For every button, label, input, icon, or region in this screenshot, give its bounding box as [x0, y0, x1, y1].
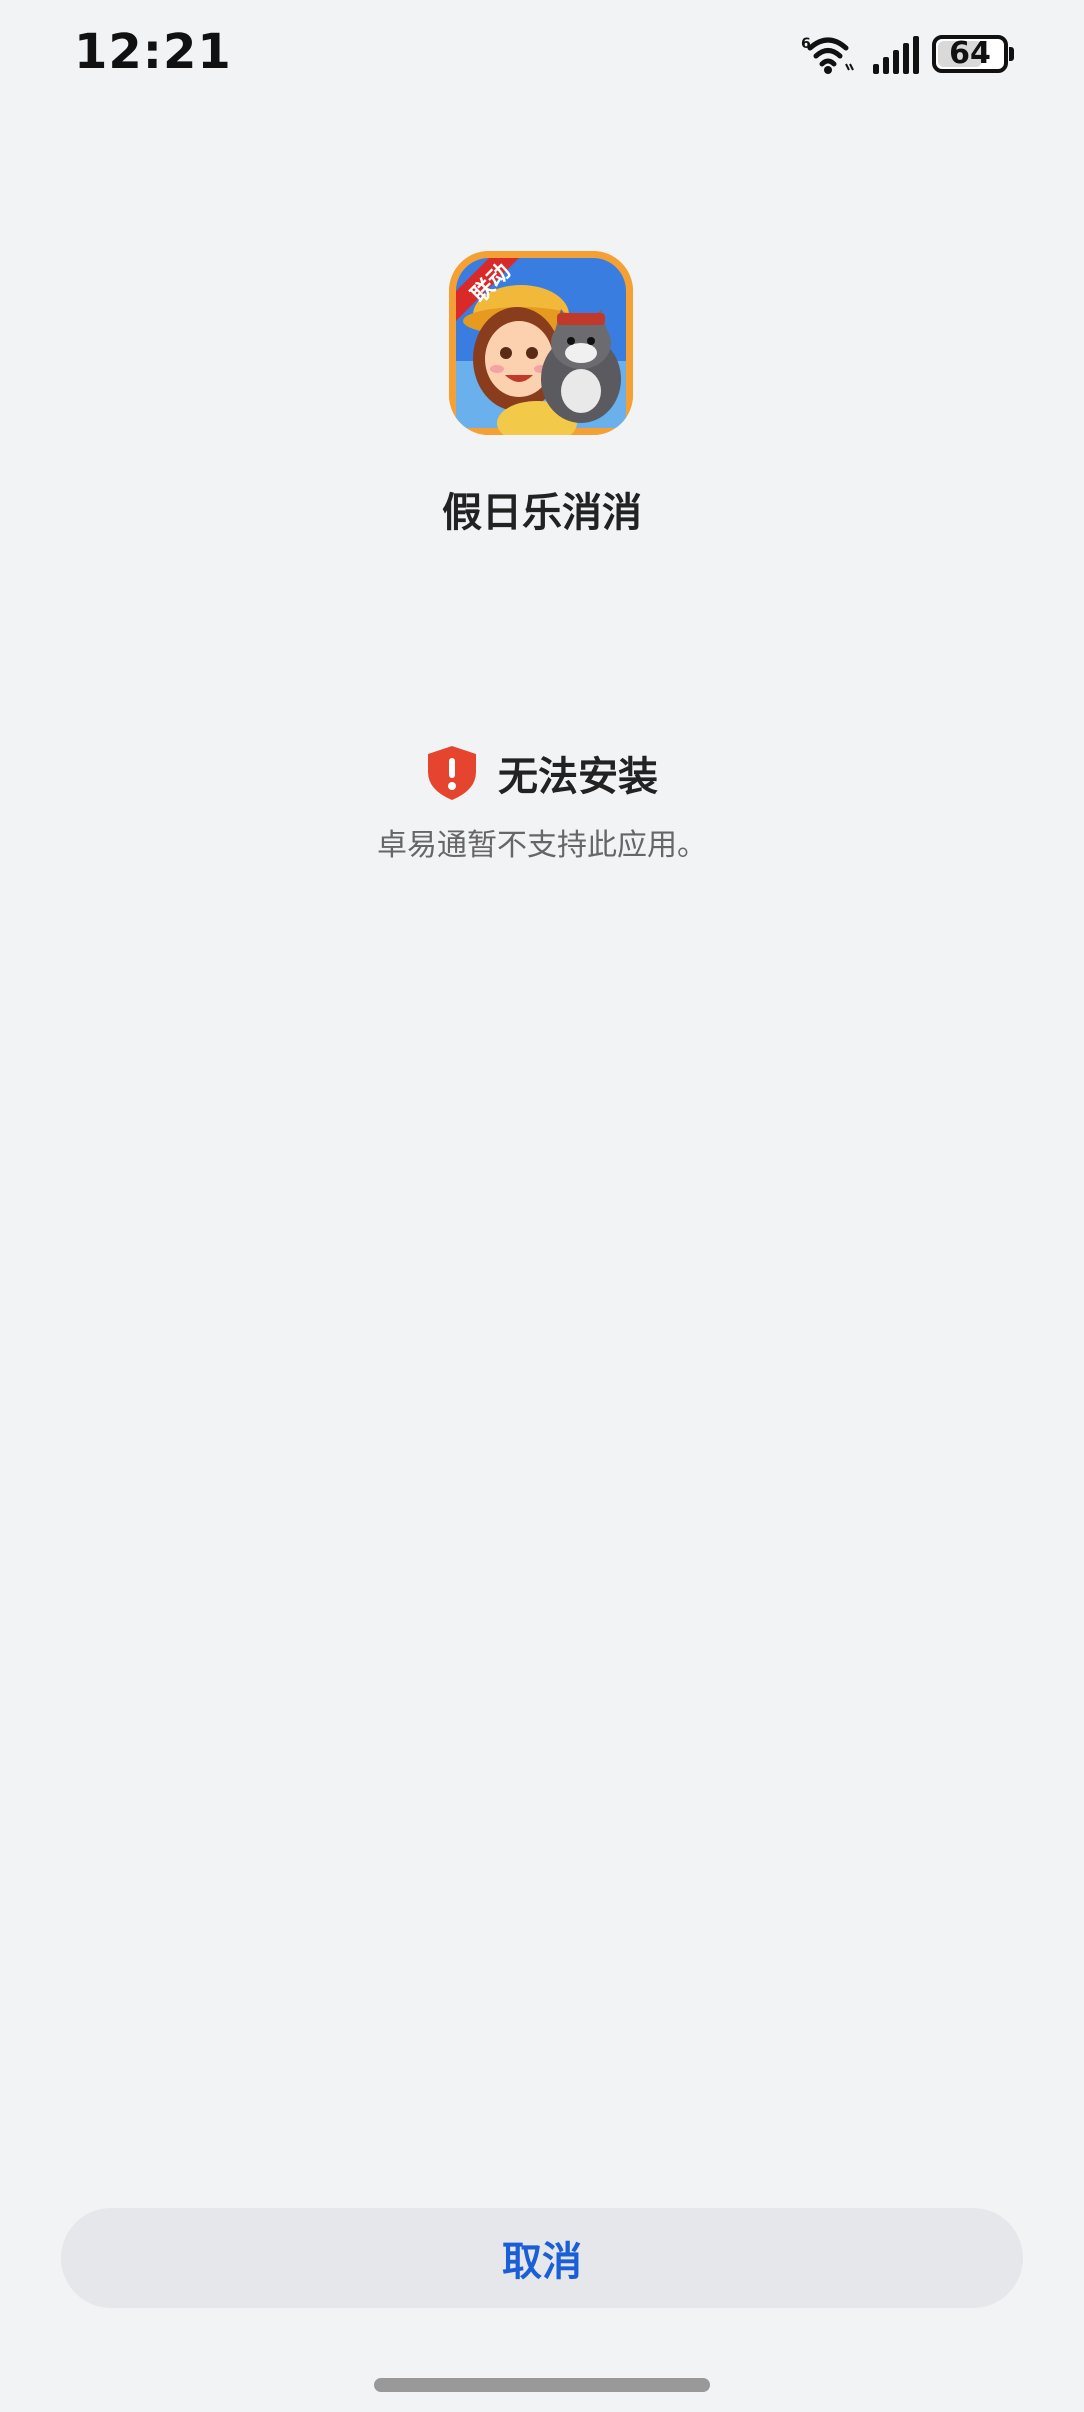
battery-tip: [1009, 47, 1014, 61]
install-error: 无法安装: [0, 744, 1084, 802]
wifi-icon: 6: [801, 36, 854, 74]
game-app-icon: 联动: [449, 251, 633, 435]
error-title: 无法安装: [498, 754, 658, 800]
shield-alert-icon: [428, 746, 476, 800]
error-message: 卓易通暂不支持此应用。: [377, 828, 707, 863]
battery-level-text: 64: [949, 36, 991, 71]
battery-icon: 64: [932, 35, 1008, 73]
home-indicator[interactable]: [374, 2378, 710, 2392]
status-time: 12:21: [74, 24, 232, 80]
status-bar: 12:21 6 64: [0, 0, 1084, 110]
app-name: 假日乐消消: [442, 490, 642, 536]
cancel-button[interactable]: 取消: [61, 2208, 1023, 2308]
cell-signal-icon: [873, 36, 919, 74]
app-icon: 联动: [449, 251, 633, 435]
